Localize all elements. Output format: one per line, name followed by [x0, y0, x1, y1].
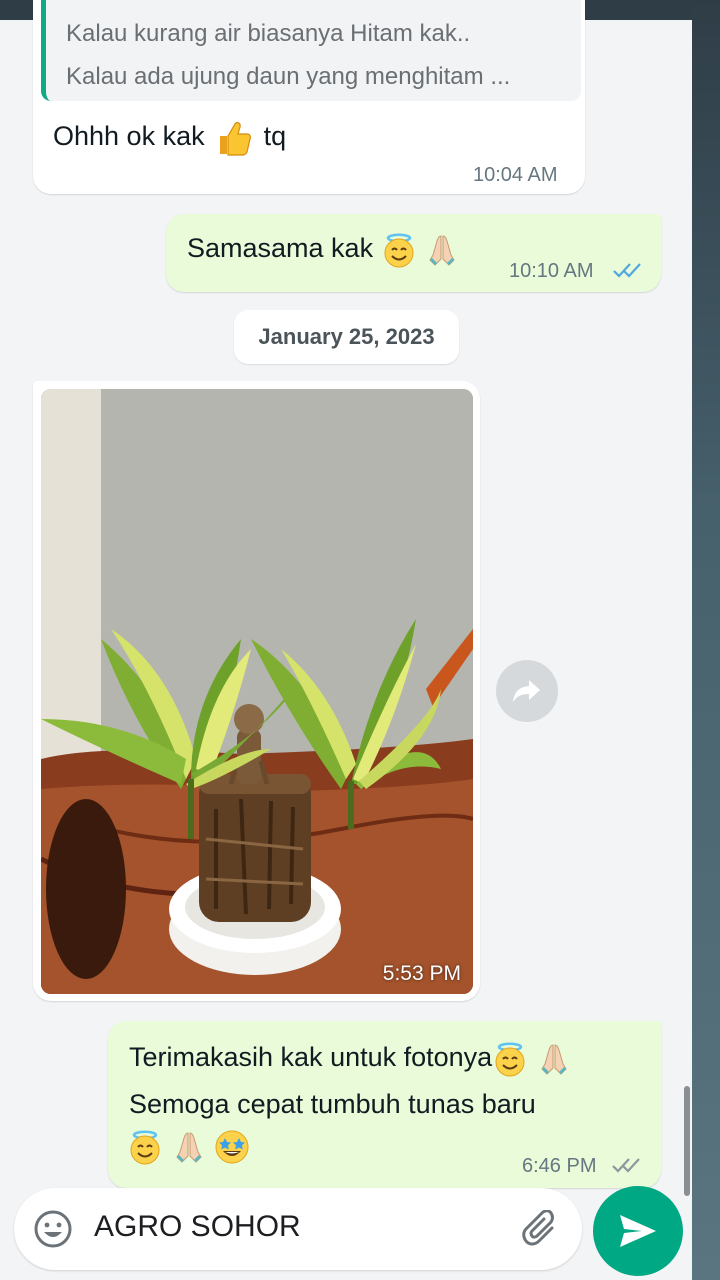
star-struck-emoji-icon [214, 1129, 250, 1165]
forward-button[interactable] [496, 660, 558, 722]
message-outgoing[interactable]: Samasama kak 10:10 AM [166, 214, 661, 292]
plant-photo-image [41, 389, 473, 994]
quoted-line-2: Kalau ada ujung daun yang menghitam ... [66, 63, 511, 90]
send-button[interactable] [593, 1186, 683, 1276]
message-line-3 [127, 1129, 250, 1165]
scrollbar[interactable] [684, 1086, 690, 1196]
quoted-message[interactable]: Kalau kurang air biasanya Hitam kak.. Ka… [41, 0, 581, 101]
message-text: Ohhh ok kak tq [53, 118, 286, 158]
folded-hands-emoji-icon [424, 232, 460, 268]
message-outgoing[interactable]: Terimakasih kak untuk fotonya Semoga cep… [108, 1021, 661, 1188]
message-text-part: Ohhh ok kak [53, 121, 205, 152]
message-text-part: Terimakasih kak untuk fotonya [129, 1042, 493, 1073]
message-text: Samasama kak [187, 232, 460, 268]
window-frame [692, 0, 720, 1280]
message-input[interactable]: AGRO SOHOR [94, 1210, 301, 1244]
paperclip-icon[interactable] [522, 1210, 562, 1250]
forward-icon [513, 680, 540, 702]
message-line-1: Terimakasih kak untuk fotonya [129, 1041, 572, 1077]
folded-hands-emoji-icon [536, 1041, 572, 1077]
message-photo[interactable]: 5:53 PM [41, 389, 473, 994]
message-time: 10:04 AM [473, 164, 558, 186]
send-icon [620, 1215, 656, 1247]
photo-time: 5:53 PM [382, 962, 461, 985]
message-time: 10:10 AM [509, 260, 594, 282]
double-check-icon [613, 263, 641, 278]
double-check-icon [612, 1158, 640, 1173]
message-input-bar[interactable]: AGRO SOHOR [14, 1188, 582, 1270]
date-separator: January 25, 2023 [234, 310, 459, 364]
message-time: 6:46 PM [522, 1155, 597, 1177]
chat-area[interactable]: Kalau kurang air biasanya Hitam kak.. Ka… [0, 0, 692, 1280]
thumbs-up-icon [214, 118, 254, 158]
message-text-part: Semoga cepat tumbuh tunas baru [129, 1089, 536, 1119]
emoji-icon[interactable] [32, 1208, 74, 1250]
smiling-halo-emoji-icon [127, 1129, 163, 1165]
smiling-halo-emoji-icon [381, 232, 417, 268]
message-incoming-reply[interactable]: Kalau kurang air biasanya Hitam kak.. Ka… [33, 0, 585, 194]
folded-hands-emoji-icon [171, 1129, 207, 1165]
message-text-part: Samasama kak [187, 233, 374, 264]
quoted-line-1: Kalau kurang air biasanya Hitam kak.. [66, 20, 471, 47]
smiling-halo-emoji-icon [492, 1041, 528, 1077]
message-text-after: tq [263, 121, 287, 152]
message-line-2: Semoga cepat tumbuh tunas baru [129, 1089, 536, 1120]
